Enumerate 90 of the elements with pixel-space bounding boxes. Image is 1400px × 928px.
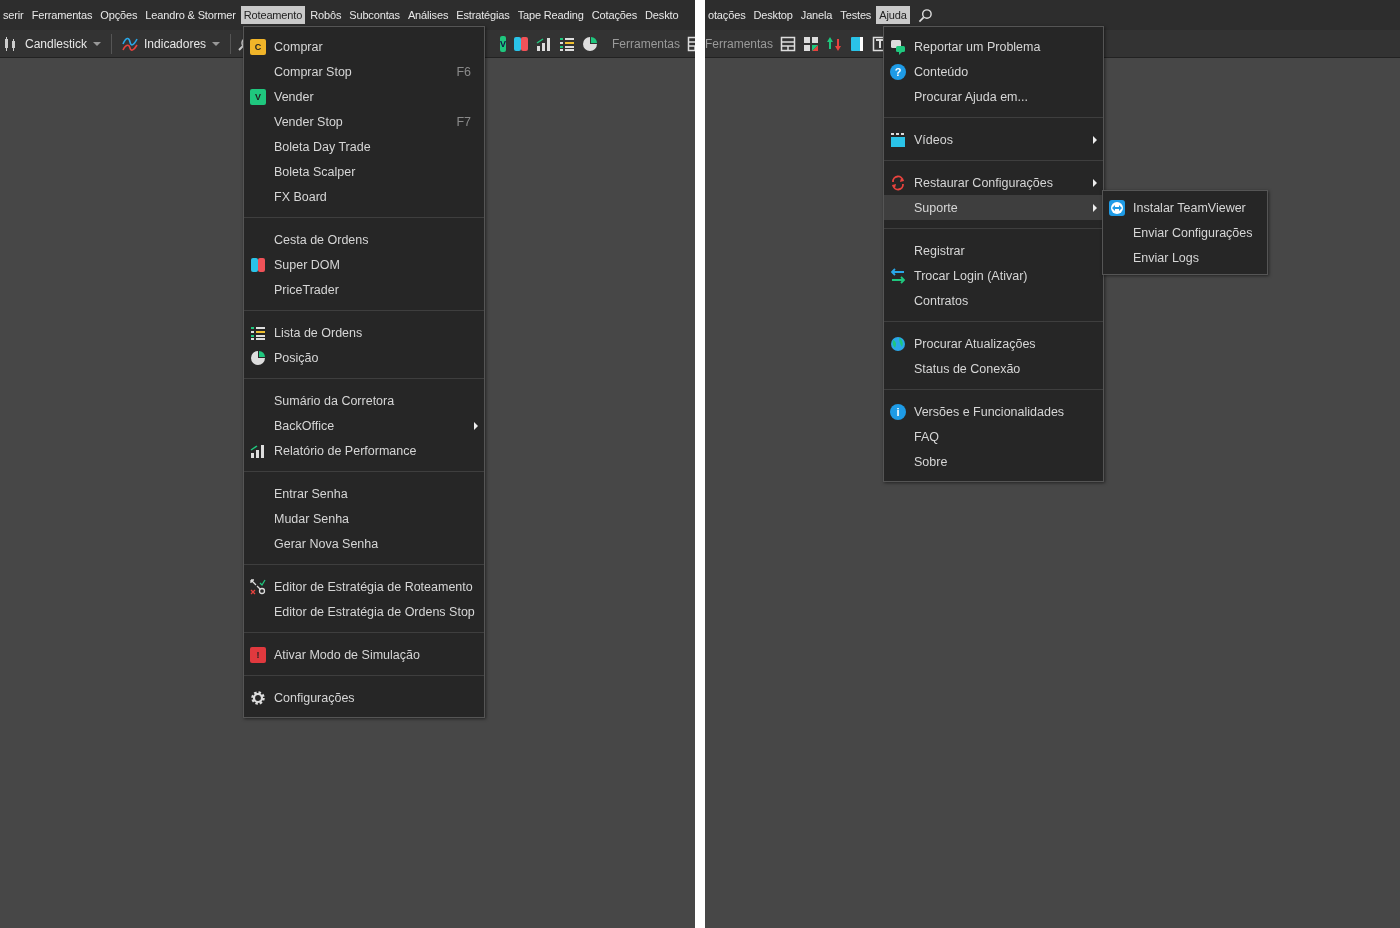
menu-item[interactable]: Restaurar Configurações [884,170,1103,195]
clapper-icon [890,131,906,148]
up-down-arrows-icon [826,35,843,52]
menu-item[interactable]: ! Ativar Modo de Simulação [244,642,484,667]
menu-item[interactable]: ? Conteúdo [884,59,1103,84]
book-icon [849,35,866,52]
menu-item[interactable]: Entrar Senha [244,481,484,506]
menu-item[interactable]: PriceTrader [244,277,484,302]
menu-item[interactable]: Boleta Day Trade [244,134,484,159]
menu-item[interactable]: Enviar Logs [1103,245,1267,270]
menu-item[interactable]: Relatório de Performance [244,438,484,463]
menu-bar-item[interactable]: Leandro & Stormer [142,6,239,24]
menu-bar-item[interactable]: Ferramentas [28,6,96,24]
toolbar-dropdown[interactable]: Candlestick [0,35,105,52]
menu-item[interactable]: Boleta Scalper [244,159,484,184]
globe-icon [890,335,906,352]
menu-bar-item[interactable]: Subcontas [346,6,403,24]
menu-item[interactable]: Editor de Estratégia de Ordens Stop [244,599,484,624]
menu-item[interactable]: Sobre [884,449,1103,474]
swap-arrows-icon [890,267,906,284]
menu-item[interactable]: Suporte [884,195,1103,220]
menu-bar-item[interactable]: Ajuda [876,6,910,24]
toolbar-dropdown[interactable]: Indicadores [119,35,224,52]
menu-bar-item[interactable]: Testes [837,6,875,24]
bar-chart-icon [250,442,266,459]
chat-icon [890,38,906,55]
toolbar-badge[interactable]: V [500,35,506,52]
caret-icon [212,41,221,46]
menu-bar-item[interactable]: serir [0,6,27,24]
menu-item[interactable]: Vídeos [884,127,1103,152]
menu-item[interactable]: Instalar TeamViewer [1103,195,1267,220]
network-icon [250,578,266,595]
menu-item[interactable]: Enviar Configurações [1103,220,1267,245]
search-icon[interactable] [917,7,933,23]
menu-item[interactable]: Vender Stop F7 [244,109,484,134]
settings-icon [250,689,266,706]
letter-circle-icon: i [890,403,906,420]
letter-icon: ! [250,646,266,663]
menu-bar-item[interactable]: Desktop [750,6,796,24]
menu-bar-item[interactable]: Deskto [642,6,682,24]
menu-item[interactable]: Cesta de Ordens [244,227,484,252]
toolbar-label: Ferramentas [612,36,681,51]
grid-icon [803,35,820,52]
list-icon [250,324,266,341]
menu-bar-item[interactable]: Análises [404,6,452,24]
menu-bar-item[interactable]: otações [705,6,749,24]
menu-item[interactable]: FAQ [884,424,1103,449]
menu-item[interactable]: Lista de Ordens [244,320,484,345]
split-panel-icon [250,256,266,273]
bar-chart-icon [536,35,552,52]
layout-icon [780,35,797,52]
menu-bar-item[interactable]: Roteamento [240,6,306,24]
menu-item[interactable]: Editor de Estratégia de Roteamento [244,574,484,599]
refresh-icon [890,174,906,191]
double-arrow-icon [1109,199,1125,216]
menu-item[interactable]: Reportar um Problema [884,34,1103,59]
menu-item[interactable]: Gerar Nova Senha [244,531,484,556]
menu-item[interactable]: Contratos [884,288,1103,313]
menu-item[interactable]: C Comprar [244,34,484,59]
menu-item[interactable]: Sumário da Corretora [244,388,484,413]
menu-item[interactable]: Registrar [884,238,1103,263]
menu-bar-item[interactable]: Tape Reading [514,6,587,24]
toolbar-label: Ferramentas [705,36,774,51]
letter-circle-icon: ? [890,63,906,80]
list-icon [559,35,575,52]
pie-chart-icon [582,35,598,52]
menu-item[interactable]: Procurar Ajuda em... [884,84,1103,109]
menu-item[interactable]: Procurar Atualizações [884,331,1103,356]
menu-bar-item[interactable]: Robôs [307,6,345,24]
menu-item[interactable]: Super DOM [244,252,484,277]
menu-bar-item[interactable]: Janela [797,6,836,24]
letter-icon: V [250,88,266,105]
caret-icon [93,41,102,46]
menu-bar-item[interactable]: Cotações [588,6,641,24]
menu-item[interactable]: Trocar Login (Ativar) [884,263,1103,288]
menu-item[interactable]: Comprar Stop F6 [244,59,484,84]
menu-item[interactable]: BackOffice [244,413,484,438]
menu-item[interactable]: V Vender [244,84,484,109]
menu-bar-item[interactable]: Estratégias [453,6,513,24]
menu-item[interactable]: Status de Conexão [884,356,1103,381]
menu-item[interactable]: i Versões e Funcionalidades [884,399,1103,424]
menu-bar-item[interactable]: Opções [97,6,141,24]
split-panel-icon [513,35,529,52]
indicator-icon [122,35,139,52]
menu-item[interactable]: Mudar Senha [244,506,484,531]
letter-icon: C [250,38,266,55]
menu-item[interactable]: Configurações [244,685,484,710]
menu-item[interactable]: Posição [244,345,484,370]
menu-item[interactable]: FX Board [244,184,484,209]
pie-chart-icon [250,349,266,366]
